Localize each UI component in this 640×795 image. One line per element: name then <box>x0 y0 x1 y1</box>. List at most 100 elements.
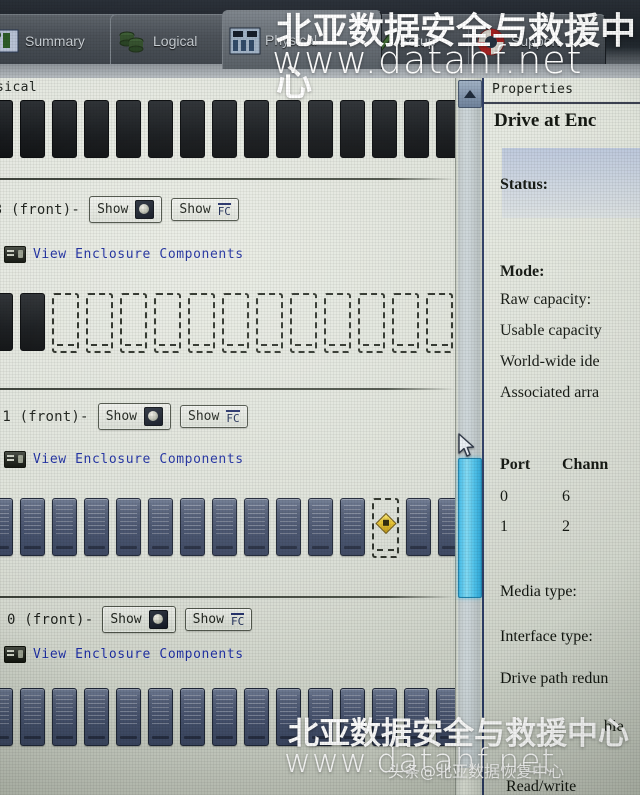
fc-label: FC <box>226 409 240 425</box>
drive-slot-empty[interactable] <box>256 293 283 353</box>
drive-slot[interactable] <box>404 688 429 746</box>
drive-slot[interactable] <box>244 498 269 556</box>
properties-divider <box>484 102 640 104</box>
tab-logical-label: Logical <box>153 33 198 49</box>
drive-slot[interactable] <box>180 498 205 556</box>
drive-slot[interactable] <box>406 498 431 556</box>
drive-slot-empty[interactable] <box>120 293 147 353</box>
hard-disk-icon <box>144 407 164 426</box>
drive-slot[interactable] <box>340 100 365 158</box>
show-fc-button-1[interactable]: Show FC <box>180 405 248 428</box>
scrollbar-thumb[interactable] <box>458 457 482 599</box>
drive-slot-empty[interactable] <box>222 293 249 353</box>
tab-summary[interactable]: Summary <box>0 14 126 67</box>
enclosure-divider <box>0 178 455 180</box>
drive-slot[interactable] <box>212 688 237 746</box>
drive-slot-empty[interactable] <box>358 293 385 353</box>
drive-slot[interactable] <box>0 688 13 746</box>
drive-slot[interactable] <box>20 688 45 746</box>
show-fc-button-3[interactable]: Show FC <box>171 198 239 221</box>
drive-slot[interactable] <box>438 498 455 556</box>
drive-slot[interactable] <box>52 498 77 556</box>
drive-slot[interactable] <box>116 688 141 746</box>
drive-slot-empty[interactable] <box>188 293 215 353</box>
drive-slot[interactable] <box>180 100 205 158</box>
drive-slot[interactable] <box>52 688 77 746</box>
drive-slot[interactable] <box>0 293 13 351</box>
drive-slot[interactable] <box>20 498 45 556</box>
channel-value: 2 <box>562 518 570 535</box>
port-table-header: Port Chann <box>500 456 608 474</box>
enclosure-1-header: losure 1 (front)- Show Show FC <box>0 403 248 430</box>
show-fc-label: Show <box>179 202 211 217</box>
channel-column-header: Chann <box>562 456 609 473</box>
drive-slot[interactable] <box>372 688 397 746</box>
summary-chart-icon <box>0 27 19 55</box>
drive-slot[interactable] <box>244 688 269 746</box>
drive-row-0 <box>0 688 455 746</box>
drive-slot[interactable] <box>180 688 205 746</box>
drive-slot[interactable] <box>436 100 455 158</box>
drive-slot-empty[interactable] <box>392 293 419 353</box>
enclosure-3-header: osure 3 (front)- Show Show FC <box>0 196 239 223</box>
enclosure-components-icon <box>4 451 26 468</box>
scroll-up-arrow-icon[interactable] <box>458 80 482 108</box>
drive-slot[interactable] <box>20 293 45 351</box>
drive-slot[interactable] <box>276 498 301 556</box>
view-enclosure-components-3[interactable]: View Enclosure Components <box>4 246 244 263</box>
tab-physical[interactable]: Physical <box>222 10 382 69</box>
drive-slot[interactable] <box>20 100 45 158</box>
drive-slot[interactable] <box>148 100 173 158</box>
drive-slot[interactable] <box>52 100 77 158</box>
physical-pane-title: sical <box>0 80 38 95</box>
drive-slot[interactable] <box>340 498 365 556</box>
drive-slot-empty[interactable] <box>52 293 79 353</box>
drive-slot[interactable] <box>404 100 429 158</box>
drive-row-3 <box>0 293 455 353</box>
channel-value: 6 <box>562 488 570 505</box>
drive-slot[interactable] <box>212 498 237 556</box>
drive-slot[interactable] <box>340 688 365 746</box>
enclosure-3-label: osure 3 (front)- <box>0 201 81 218</box>
property-label-wwid: World-wide ide <box>500 353 600 370</box>
show-disk-button-1[interactable]: Show <box>97 403 172 430</box>
drive-slot[interactable] <box>148 688 173 746</box>
tab-support[interactable]: Support <box>468 14 606 67</box>
show-fc-button-0[interactable]: Show FC <box>184 608 253 631</box>
hard-disk-icon <box>148 610 168 629</box>
drive-slot[interactable] <box>0 498 13 556</box>
drive-slot[interactable] <box>372 100 397 158</box>
drive-slot-empty[interactable] <box>290 293 317 353</box>
drive-slot[interactable] <box>84 100 109 158</box>
drive-slot[interactable] <box>212 100 237 158</box>
drive-slot[interactable] <box>276 688 301 746</box>
drive-slot[interactable] <box>0 100 13 158</box>
drive-slot[interactable] <box>116 498 141 556</box>
drive-slot-empty[interactable] <box>154 293 181 353</box>
view-enclosure-components-1[interactable]: View Enclosure Components <box>4 451 244 468</box>
drive-slot[interactable] <box>436 688 455 746</box>
drive-slot[interactable] <box>84 688 109 746</box>
show-disk-button-0[interactable]: Show <box>102 606 176 633</box>
drive-slot-warning[interactable] <box>372 498 399 558</box>
drive-slot[interactable] <box>84 498 109 556</box>
drive-slot[interactable] <box>308 100 333 158</box>
show-disk-button-3[interactable]: Show <box>89 196 163 223</box>
property-label-partial-ble: ble <box>604 718 624 735</box>
drive-slot-empty[interactable] <box>324 293 351 353</box>
mouse-cursor <box>458 433 476 464</box>
properties-panel-title: Properties <box>492 82 574 97</box>
properties-heading: Drive at Enc <box>494 110 597 131</box>
drive-slot[interactable] <box>116 100 141 158</box>
drive-slot[interactable] <box>148 498 173 556</box>
view-enclosure-components-0[interactable]: View Enclosure Components <box>4 646 244 663</box>
enclosure-divider <box>0 596 455 598</box>
drive-slot[interactable] <box>276 100 301 158</box>
drive-slot-empty[interactable] <box>86 293 113 353</box>
drive-slot[interactable] <box>244 100 269 158</box>
show-disk-label: Show <box>105 409 138 424</box>
drive-slot[interactable] <box>308 688 333 746</box>
main-tab-bar: Summary Logical Physical Setup Support <box>0 0 640 78</box>
drive-slot[interactable] <box>308 498 333 556</box>
drive-slot-empty[interactable] <box>426 293 453 353</box>
